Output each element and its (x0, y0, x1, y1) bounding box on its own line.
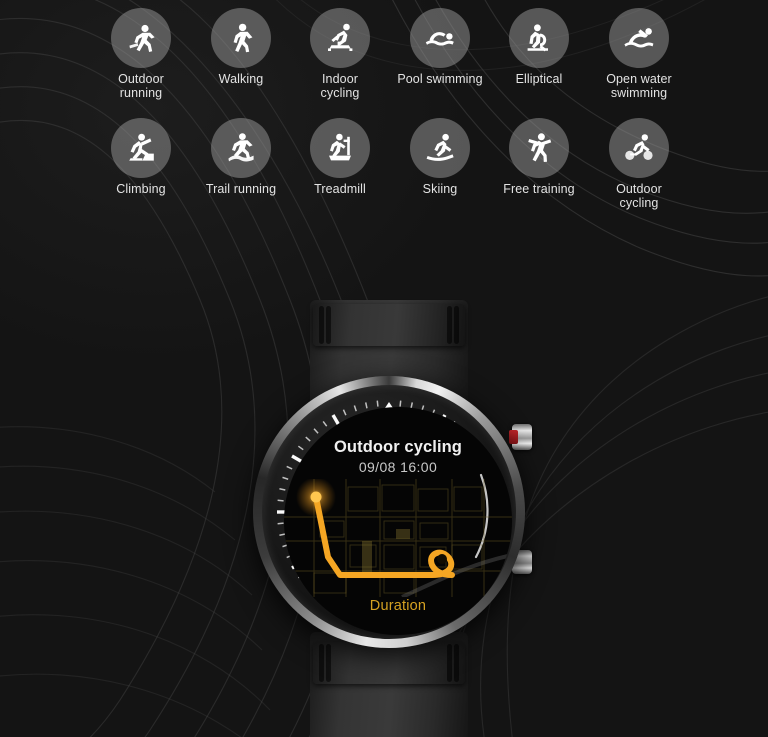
running-icon (111, 8, 171, 68)
sport-mode-free-training[interactable]: Free training (489, 112, 589, 197)
sport-modes-row-2: Climbing Trail running Treadmill Skiing … (0, 112, 768, 223)
watch-strap-keeper-bottom (313, 642, 465, 684)
sport-mode-label: Climbing (116, 182, 166, 196)
watch-screen[interactable]: Outdoor cycling 09/08 16:00 Duration (284, 407, 512, 635)
watch-strap-keeper-top (313, 304, 465, 346)
sport-modes-row-1: Outdoor running Walking Indoor cycling P… (0, 2, 768, 113)
pool-swimming-icon (410, 8, 470, 68)
outdoor-cycling-icon (609, 118, 669, 178)
sport-mode-climbing[interactable]: Climbing (91, 112, 191, 197)
sport-mode-treadmill[interactable]: Treadmill (290, 112, 390, 197)
activity-title: Outdoor cycling (333, 438, 462, 456)
smartwatch: Outdoor cycling 09/08 16:00 Duration (231, 282, 547, 737)
trail-running-icon (211, 118, 271, 178)
route-end-pin-hole (437, 554, 447, 564)
sport-mode-open-water-swimming[interactable]: Open water swimming (589, 2, 689, 100)
watch-bezel: Outdoor cycling 09/08 16:00 Duration (262, 385, 516, 639)
sport-mode-label: Walking (218, 72, 264, 86)
indoor-cycling-icon (310, 8, 370, 68)
sport-mode-pool-swimming[interactable]: Pool swimming (390, 2, 490, 87)
duration-label: Duration (369, 598, 427, 614)
climbing-icon (111, 118, 171, 178)
activity-datetime: 09/08 16:00 (358, 459, 438, 475)
sport-mode-indoor-cycling[interactable]: Indoor cycling (290, 2, 390, 100)
sport-mode-trail-running[interactable]: Trail running (191, 112, 291, 197)
sport-mode-label: Treadmill (314, 182, 366, 196)
skiing-icon (410, 118, 470, 178)
sport-mode-walking[interactable]: Walking (191, 2, 291, 87)
walking-icon (211, 8, 271, 68)
sport-modes-grid: Outdoor running Walking Indoor cycling P… (0, 0, 768, 222)
sport-mode-elliptical[interactable]: Elliptical (489, 2, 589, 87)
sport-mode-label: Outdoor cycling (616, 182, 662, 210)
sport-mode-label: Outdoor running (118, 72, 164, 100)
free-training-icon (509, 118, 569, 178)
route-map (284, 479, 512, 597)
sport-mode-outdoor-cycling[interactable]: Outdoor cycling (589, 112, 689, 210)
route-start-dot (310, 491, 322, 503)
sport-mode-skiing[interactable]: Skiing (390, 112, 490, 197)
treadmill-icon (310, 118, 370, 178)
sport-mode-label: Skiing (422, 182, 458, 196)
sport-mode-label: Free training (503, 182, 575, 196)
sport-mode-outdoor-running[interactable]: Outdoor running (91, 2, 191, 100)
sport-mode-label: Trail running (205, 182, 277, 196)
open-water-swimming-icon (609, 8, 669, 68)
elliptical-icon (509, 8, 569, 68)
sport-mode-label: Pool swimming (397, 72, 483, 86)
watch-case: Outdoor cycling 09/08 16:00 Duration (253, 376, 525, 648)
sport-mode-label: Elliptical (515, 72, 563, 86)
top-crown-button[interactable] (509, 424, 532, 450)
sport-mode-label: Open water swimming (606, 72, 672, 100)
sport-mode-label: Indoor cycling (320, 72, 360, 100)
